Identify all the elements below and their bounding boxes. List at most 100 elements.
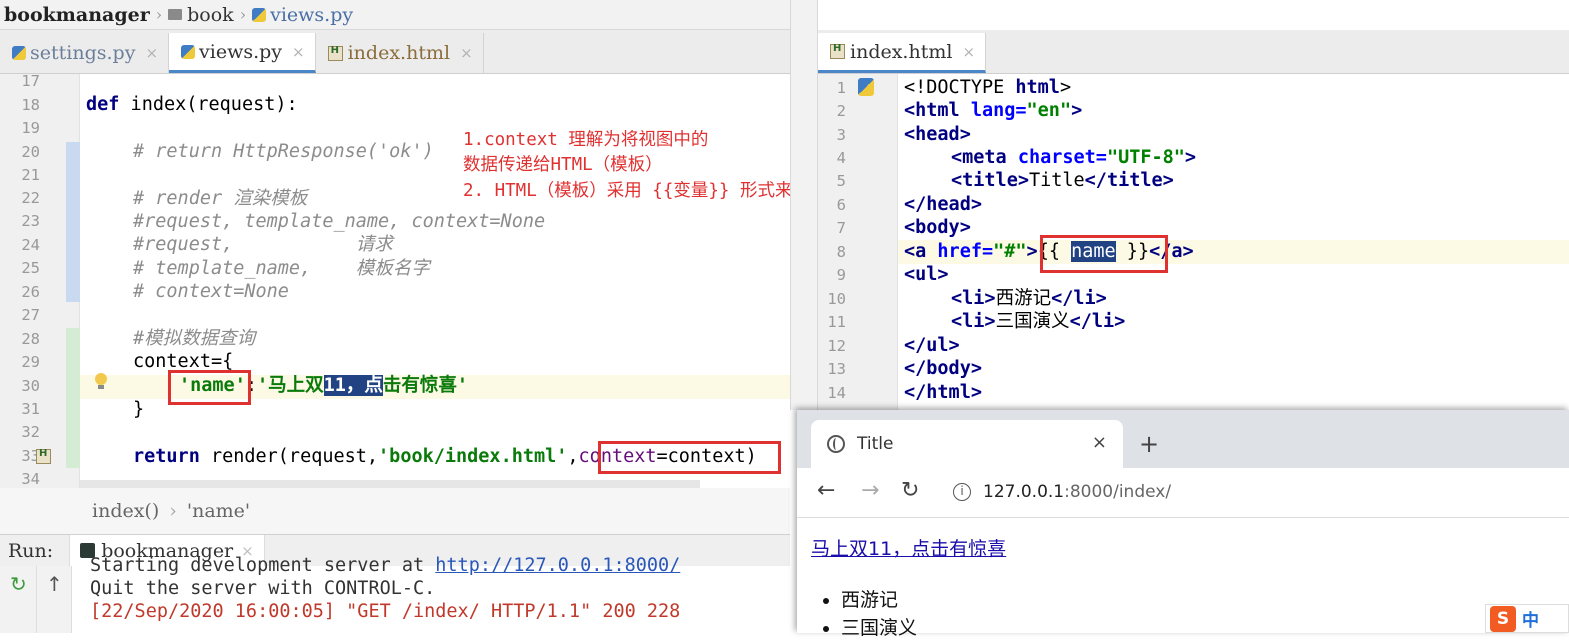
breadcrumb-file[interactable]: views.py	[248, 4, 357, 26]
line-number: 34	[21, 470, 40, 488]
html-line-5: <title>Title</title>	[951, 170, 1174, 191]
globe-icon	[827, 435, 845, 453]
tab-views-py[interactable]: views.py ×	[169, 33, 316, 73]
python-file-icon	[181, 44, 196, 59]
run-toolbar: ↻ ↑	[0, 566, 72, 633]
run-label: Run:	[8, 539, 54, 562]
html-line-3: <head>	[904, 124, 971, 145]
code-breadcrumb-key[interactable]: 'name'	[187, 500, 250, 522]
code-line-23: #request, template_name, context=None	[133, 211, 546, 232]
code-line-26: # context=None	[133, 281, 289, 302]
new-tab-button[interactable]: +	[1139, 430, 1159, 458]
line-number: 5	[836, 172, 846, 190]
horizontal-scrollbar[interactable]	[80, 480, 700, 488]
breadcrumb: bookmanager › book › views.py	[0, 0, 790, 30]
tab-settings-py[interactable]: settings.py ×	[0, 33, 170, 73]
line-number: 26	[21, 283, 40, 301]
line-number: 25	[21, 259, 40, 277]
url-path: :8000/index/	[1064, 482, 1172, 502]
code-line-31: }	[133, 399, 145, 420]
forward-icon[interactable]: →	[861, 478, 879, 503]
tab-label: index.html	[347, 42, 451, 64]
line-number: 2	[836, 102, 846, 120]
html-line-7: <body>	[904, 217, 971, 238]
annotation-line-2: 数据传递给HTML（模板）	[463, 155, 663, 175]
reload-icon[interactable]: ↻	[901, 478, 919, 503]
tab-label: index.html	[850, 40, 953, 63]
line-number: 32	[21, 423, 40, 441]
line-number: 30	[21, 377, 40, 395]
html-line-14: </html>	[904, 382, 982, 403]
rerun-icon[interactable]: ↻	[10, 572, 27, 596]
scroll-up-icon[interactable]: ↑	[46, 572, 63, 596]
close-icon[interactable]: ×	[292, 43, 305, 61]
breadcrumb-book-label: book	[187, 3, 234, 26]
python-file-icon[interactable]	[858, 78, 874, 96]
html-file-icon	[327, 45, 343, 61]
html-line-12: </ul>	[904, 335, 960, 356]
line-number: 10	[827, 290, 846, 308]
line-number: 17	[21, 72, 40, 90]
python-file-icon	[252, 7, 267, 22]
console-server-link[interactable]: http://127.0.0.1:8000/	[435, 555, 680, 576]
line-number: 11	[827, 313, 846, 331]
info-icon[interactable]: i	[953, 483, 971, 501]
url-host: 127.0.0.1	[983, 482, 1065, 502]
html-line-4: <meta charset="UTF-8">	[951, 147, 1197, 168]
python-file-icon	[12, 46, 26, 60]
browser-tab-label: Title	[857, 434, 894, 454]
html-line-11: <li>三国演义</li>	[951, 311, 1126, 332]
back-icon[interactable]: ←	[817, 478, 835, 503]
address-bar[interactable]: i 127.0.0.1:8000/index/	[943, 474, 1553, 510]
html-file-icon[interactable]	[36, 448, 52, 465]
code-line-18: def index(request):	[86, 94, 298, 115]
change-marker	[66, 328, 80, 468]
line-number: 8	[836, 243, 846, 261]
code-line-24: #request, 请求	[133, 234, 393, 255]
code-line-25: # template_name, 模板名字	[133, 258, 430, 279]
line-number: 31	[21, 400, 40, 418]
change-marker	[66, 142, 80, 302]
line-number: 12	[827, 337, 846, 355]
html-line-10: <li>西游记</li>	[951, 288, 1107, 309]
breadcrumb-separator: ›	[239, 5, 247, 24]
left-editor-tabs: settings.py × views.py × index.html ×	[0, 30, 790, 74]
browser-tab-title[interactable]: Title ×	[811, 420, 1123, 468]
breadcrumb-separator: ›	[155, 5, 163, 24]
sogou-icon: S	[1490, 605, 1516, 632]
code-line-22: # render 渲染模板	[133, 188, 308, 209]
highlight-box-template-var	[1040, 235, 1168, 273]
line-number: 29	[21, 353, 40, 371]
close-icon[interactable]: ×	[460, 44, 473, 62]
tab-index-html[interactable]: index.html ×	[316, 33, 484, 73]
console-line-1: Starting development server at http://12…	[90, 555, 681, 576]
html-line-9: <ul>	[904, 264, 949, 285]
close-icon[interactable]: ×	[145, 44, 158, 62]
breadcrumb-project[interactable]: bookmanager	[0, 4, 154, 26]
console-line-2: Quit the server with CONTROL-C.	[90, 578, 436, 599]
page-list: 西游记 三国演义	[841, 586, 917, 642]
code-breadcrumb-function[interactable]: index()	[92, 500, 159, 522]
ime-toolbar[interactable]: S 中	[1485, 604, 1569, 633]
line-number: 4	[836, 149, 846, 167]
line-number: 27	[21, 306, 40, 324]
tab-label: views.py	[199, 40, 283, 63]
line-number: 19	[21, 119, 40, 137]
browser-window: Title × + ← → ↻ i 127.0.0.1:8000/index/ …	[797, 410, 1569, 639]
line-number: 18	[21, 96, 40, 114]
line-number: 14	[827, 384, 846, 402]
tab-index-html-right[interactable]: index.html ×	[818, 33, 987, 73]
line-number: 33	[21, 447, 40, 465]
page-link[interactable]: 马上双11，点击有惊喜	[811, 534, 1006, 561]
list-item: 三国演义	[841, 614, 917, 642]
highlight-box-name-key	[168, 370, 251, 405]
line-number: 9	[836, 266, 846, 284]
line-number: 1	[836, 79, 846, 97]
html-line-1: <!DOCTYPE html>	[904, 77, 1072, 98]
line-number: 20	[21, 143, 40, 161]
line-number: 22	[21, 189, 40, 207]
close-icon[interactable]: ×	[1092, 432, 1107, 453]
lightbulb-icon[interactable]	[94, 373, 108, 391]
breadcrumb-book[interactable]: book	[164, 4, 238, 26]
close-icon[interactable]: ×	[962, 43, 975, 61]
